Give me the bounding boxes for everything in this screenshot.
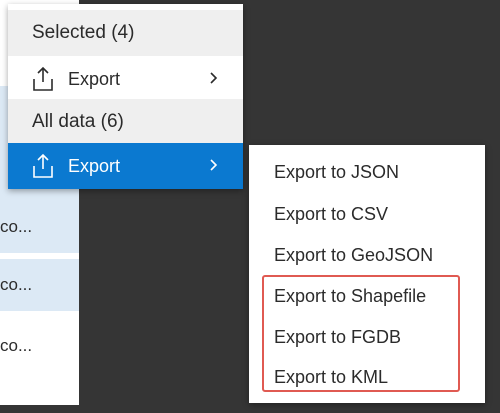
all-data-header: All data (6)	[8, 99, 243, 145]
table-row[interactable]: co...	[0, 259, 79, 311]
table-cell: co...	[0, 217, 33, 236]
selected-export-label: Export	[68, 68, 121, 89]
all-data-export-label: Export	[68, 155, 121, 176]
export-submenu: Export to JSON Export to CSV Export to G…	[249, 145, 485, 403]
selected-header: Selected (4)	[8, 10, 243, 56]
table-cell: co...	[0, 336, 33, 355]
chevron-right-icon	[209, 69, 219, 87]
export-shapefile-item[interactable]: Export to Shapefile	[249, 275, 485, 317]
all-data-export-item[interactable]: Export	[8, 143, 243, 189]
export-icon	[32, 153, 54, 179]
table-cell: co...	[0, 275, 33, 294]
export-csv-item[interactable]: Export to CSV	[249, 193, 485, 235]
chevron-right-icon	[209, 156, 219, 174]
export-kml-item[interactable]: Export to KML	[249, 356, 485, 398]
export-fgdb-item[interactable]: Export to FGDB	[249, 316, 485, 358]
table-row[interactable]: co...	[0, 320, 79, 372]
export-geojson-item[interactable]: Export to GeoJSON	[249, 234, 485, 276]
export-icon	[32, 66, 54, 92]
export-menu: Selected (4) Export All data (6) Export	[8, 4, 243, 189]
table-row[interactable]: co...	[0, 201, 79, 253]
export-json-item[interactable]: Export to JSON	[249, 151, 485, 193]
selected-export-item[interactable]: Export	[8, 56, 243, 102]
